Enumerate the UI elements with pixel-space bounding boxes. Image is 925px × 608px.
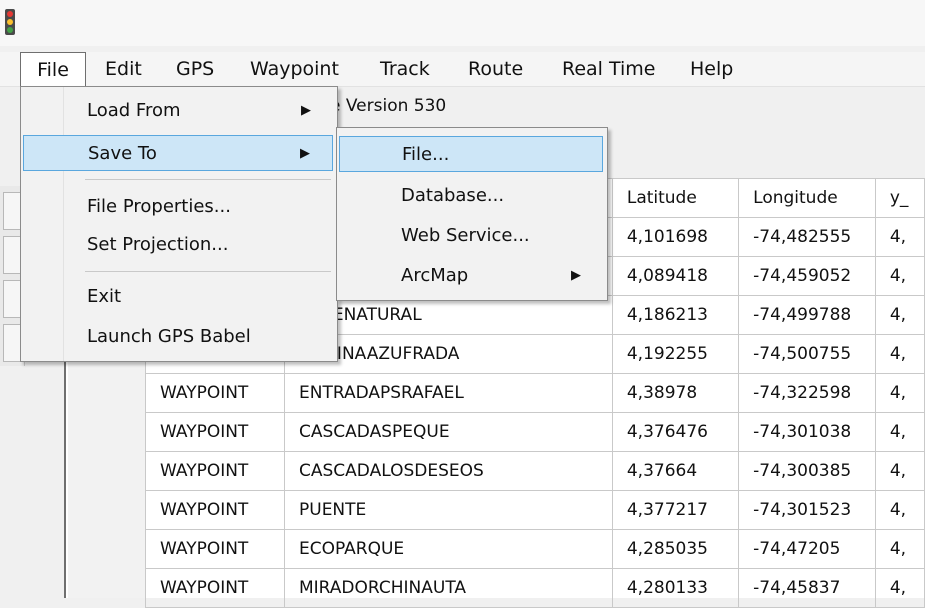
traffic-light-icon[interactable] xyxy=(5,9,15,35)
table-cell[interactable]: 4, xyxy=(874,217,925,257)
menu-item-label: File Properties... xyxy=(87,196,231,217)
menu-item-label: Web Service... xyxy=(401,225,530,246)
menu-item-label: Database... xyxy=(401,185,505,206)
menu-item-load-from[interactable]: Load From ▶ xyxy=(23,93,333,129)
menu-item-label: Set Projection... xyxy=(87,234,229,255)
table-cell[interactable]: 4,101698 xyxy=(611,217,740,257)
table-cell[interactable]: 4, xyxy=(874,334,925,374)
toolbar-button[interactable] xyxy=(3,324,21,362)
submenu-arrow-icon: ▶ xyxy=(571,268,581,283)
table-cell[interactable]: 4,37664 xyxy=(611,451,740,491)
table-cell[interactable]: WAYPOINT xyxy=(145,490,285,530)
table-cell[interactable]: 4,186213 xyxy=(611,295,740,335)
table-cell[interactable]: -74,300385 xyxy=(738,451,876,491)
table-row[interactable]: WAYPOINT PUENTE 4,377217 -74,301523 4, xyxy=(145,490,925,530)
table-cell[interactable]: WAYPOINT xyxy=(145,373,285,413)
table-cell[interactable]: WAYPOINT xyxy=(145,568,285,608)
table-cell[interactable]: 4, xyxy=(874,295,925,335)
table-cell[interactable]: -74,482555 xyxy=(738,217,876,257)
title-bar xyxy=(0,0,925,46)
table-cell[interactable]: PUENTE xyxy=(284,490,613,530)
toolbar-button[interactable] xyxy=(3,192,21,230)
menu-item-label: ArcMap xyxy=(401,265,469,286)
submenu-item-file[interactable]: File... xyxy=(339,136,603,172)
column-header-y[interactable]: y_ xyxy=(874,178,925,218)
table-cell[interactable]: CASCADASPEQUE xyxy=(284,412,613,452)
table-cell[interactable]: 4, xyxy=(874,490,925,530)
table-cell[interactable]: 4, xyxy=(874,568,925,608)
toolbar-button[interactable] xyxy=(3,236,21,274)
save-to-submenu: File... Database... Web Service... ArcMa… xyxy=(336,127,608,301)
table-cell[interactable]: ECOPARQUE xyxy=(284,529,613,569)
menu-track[interactable]: Track xyxy=(380,52,430,86)
file-dropdown-menu: Load From ▶ Save To ▶ File Properties...… xyxy=(20,86,338,362)
table-cell[interactable]: 4, xyxy=(874,412,925,452)
table-cell[interactable]: WAYPOINT xyxy=(145,529,285,569)
table-cell[interactable]: CASCADALOSDESEOS xyxy=(284,451,613,491)
menu-bar: File Edit GPS Waypoint Track Route Real … xyxy=(0,52,925,87)
table-cell[interactable]: -74,322598 xyxy=(738,373,876,413)
table-row[interactable]: WAYPOINT ECOPARQUE 4,285035 -74,47205 4, xyxy=(145,529,925,569)
table-cell[interactable]: 4, xyxy=(874,256,925,296)
version-label: e Version 530 xyxy=(330,96,447,116)
table-cell[interactable]: -74,301038 xyxy=(738,412,876,452)
menu-item-label: Exit xyxy=(87,286,122,307)
menu-item-launch-gps-babel[interactable]: Launch GPS Babel xyxy=(23,319,333,355)
menu-item-exit[interactable]: Exit xyxy=(23,279,333,315)
submenu-item-arcmap[interactable]: ArcMap ▶ xyxy=(339,258,603,294)
table-cell[interactable]: 4,38978 xyxy=(611,373,740,413)
submenu-arrow-icon: ▶ xyxy=(300,146,310,161)
table-cell[interactable]: -74,499788 xyxy=(738,295,876,335)
menu-real-time[interactable]: Real Time xyxy=(562,52,656,86)
table-cell[interactable]: 4,376476 xyxy=(611,412,740,452)
menu-item-label: File... xyxy=(402,144,450,165)
table-row[interactable]: WAYPOINT ENTRADAPSRAFAEL 4,38978 -74,322598… xyxy=(145,373,925,413)
menu-item-file-properties[interactable]: File Properties... xyxy=(23,189,333,225)
menu-separator xyxy=(85,271,331,272)
table-cell[interactable]: -74,301523 xyxy=(738,490,876,530)
column-header-latitude[interactable]: Latitude xyxy=(611,178,740,218)
table-row[interactable]: WAYPOINT MIRADORCHINAUTA 4,280133 -74,45837… xyxy=(145,568,925,608)
submenu-arrow-icon: ▶ xyxy=(301,103,311,118)
menu-separator xyxy=(85,179,331,180)
menu-item-label: Save To xyxy=(88,143,157,164)
menu-help[interactable]: Help xyxy=(690,52,733,86)
table-cell[interactable]: 4,285035 xyxy=(611,529,740,569)
menu-item-label: Launch GPS Babel xyxy=(87,326,251,347)
column-header-longitude[interactable]: Longitude xyxy=(738,178,876,218)
table-cell[interactable]: -74,45837 xyxy=(738,568,876,608)
table-cell[interactable]: WAYPOINT xyxy=(145,451,285,491)
menu-edit[interactable]: Edit xyxy=(105,52,142,86)
menu-item-set-projection[interactable]: Set Projection... xyxy=(23,227,333,263)
submenu-item-database[interactable]: Database... xyxy=(339,178,603,214)
table-cell[interactable]: 4,089418 xyxy=(611,256,740,296)
toolbar-button[interactable] xyxy=(3,280,21,318)
table-cell[interactable]: 4, xyxy=(874,451,925,491)
table-row[interactable]: WAYPOINT CASCADALOSDESEOS 4,37664 -74,30038… xyxy=(145,451,925,491)
table-cell[interactable]: 4,377217 xyxy=(611,490,740,530)
table-cell[interactable]: WAYPOINT xyxy=(145,412,285,452)
table-cell[interactable]: 4,192255 xyxy=(611,334,740,374)
table-cell[interactable]: 4,280133 xyxy=(611,568,740,608)
menu-item-save-to[interactable]: Save To ▶ xyxy=(23,135,333,171)
table-cell[interactable]: -74,47205 xyxy=(738,529,876,569)
submenu-item-web-service[interactable]: Web Service... xyxy=(339,218,603,254)
menu-gps[interactable]: GPS xyxy=(176,52,214,86)
menu-route[interactable]: Route xyxy=(468,52,523,86)
table-cell[interactable]: MIRADORCHINAUTA xyxy=(284,568,613,608)
menu-item-label: Load From xyxy=(87,100,181,121)
menu-file[interactable]: File xyxy=(20,52,86,87)
table-cell[interactable]: 4, xyxy=(874,373,925,413)
table-cell[interactable]: -74,500755 xyxy=(738,334,876,374)
table-cell[interactable]: ENTRADAPSRAFAEL xyxy=(284,373,613,413)
menu-waypoint[interactable]: Waypoint xyxy=(250,52,339,86)
table-cell[interactable]: -74,459052 xyxy=(738,256,876,296)
table-row[interactable]: WAYPOINT CASCADASPEQUE 4,376476 -74,301038 4… xyxy=(145,412,925,452)
table-cell[interactable]: 4, xyxy=(874,529,925,569)
